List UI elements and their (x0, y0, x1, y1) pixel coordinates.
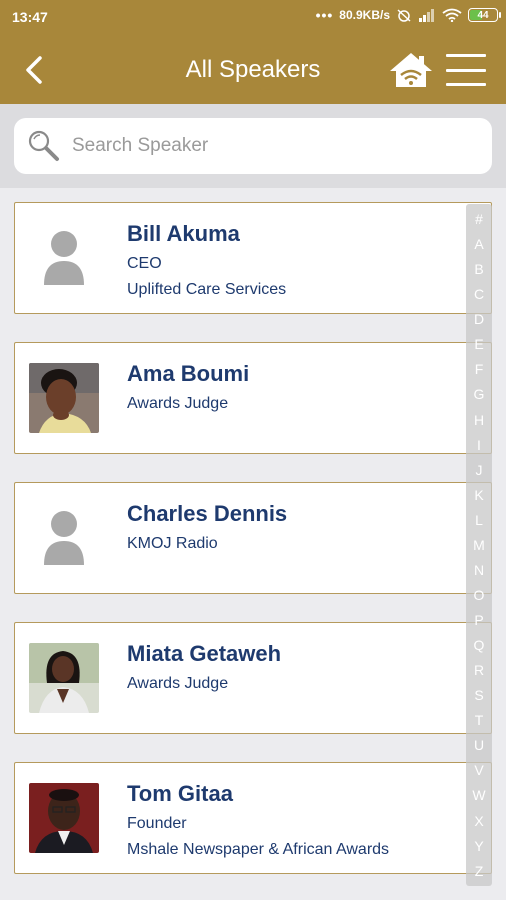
alphabet-index-letter[interactable]: K (474, 486, 483, 504)
alphabet-index-letter[interactable]: O (474, 586, 485, 604)
speaker-name: Bill Akuma (127, 221, 240, 246)
alphabet-index-letter[interactable]: C (474, 285, 484, 303)
alphabet-index-letter[interactable]: U (474, 736, 484, 754)
home-wifi-icon (390, 53, 432, 87)
alphabet-index-letter[interactable]: X (474, 812, 483, 830)
search-bar-container (0, 104, 506, 188)
alphabet-index-letter[interactable]: H (474, 411, 484, 429)
menu-line (446, 83, 486, 86)
alphabet-index-letter[interactable]: R (474, 661, 484, 679)
alphabet-index-letter[interactable]: L (475, 511, 483, 529)
person-placeholder-icon (44, 231, 84, 285)
alphabet-index-letter[interactable]: A (474, 235, 483, 253)
speaker-name: Charles Dennis (127, 501, 288, 526)
alphabet-index-letter[interactable]: G (474, 385, 485, 403)
speaker-name: Ama Boumi (127, 361, 250, 386)
alphabet-index-letter[interactable]: Y (474, 837, 483, 855)
home-button[interactable] (388, 50, 434, 90)
alphabet-index-letter[interactable]: # (475, 210, 483, 228)
alphabet-index-letter[interactable]: P (474, 611, 483, 629)
speaker-name: Tom Gitaa (127, 781, 233, 806)
speaker-photo (29, 783, 99, 853)
alphabet-index-letter[interactable]: D (474, 310, 484, 328)
speaker-card[interactable]: Miata Getaweh Awards Judge (14, 622, 492, 734)
search-input[interactable] (72, 135, 452, 157)
status-indicators: ••• 80.9KB/s 44 (315, 7, 501, 23)
speaker-organization: KMOJ Radio (127, 535, 218, 552)
alphabet-index-letter[interactable]: F (475, 360, 484, 378)
menu-button[interactable] (444, 50, 488, 90)
alphabet-index-letter[interactable]: T (475, 711, 484, 729)
avatar (29, 363, 99, 433)
speaker-card[interactable]: Tom Gitaa Founder Mshale Newspaper & Afr… (14, 762, 492, 874)
search-box[interactable] (14, 118, 492, 174)
speaker-title: Awards Judge (127, 675, 229, 692)
speaker-photo (29, 643, 99, 713)
status-time: 13:47 (12, 9, 48, 25)
battery-icon: 44 (468, 8, 501, 22)
alphabet-index[interactable]: # A B C D E F G H I J K L M N O P Q R S T U V W X Y Z (466, 204, 492, 886)
avatar (29, 643, 99, 713)
alphabet-index-letter[interactable]: M (473, 536, 485, 554)
signal-icon (419, 9, 434, 22)
speaker-name: Miata Getaweh (127, 641, 282, 666)
wifi-icon (442, 8, 462, 22)
alphabet-index-letter[interactable]: B (474, 260, 483, 278)
status-bar: 13:47 ••• 80.9KB/s 44 (0, 0, 506, 36)
person-placeholder-icon (44, 511, 84, 565)
app-header: All Speakers (0, 36, 506, 104)
avatar (29, 503, 99, 573)
battery-level: 44 (477, 9, 489, 21)
more-dots-icon: ••• (315, 7, 334, 23)
network-speed: 80.9KB/s (339, 8, 390, 22)
alphabet-index-letter[interactable]: E (474, 335, 483, 353)
alphabet-index-letter[interactable]: V (474, 761, 483, 779)
menu-line (446, 68, 486, 72)
alphabet-index-letter[interactable]: I (477, 436, 481, 454)
avatar (29, 783, 99, 853)
speaker-organization: Mshale Newspaper & African Awards (127, 841, 390, 858)
speaker-title: Founder (127, 815, 187, 832)
speaker-organization: Uplifted Care Services (127, 281, 287, 298)
speaker-card[interactable]: Charles Dennis KMOJ Radio (14, 482, 492, 594)
alphabet-index-letter[interactable]: Z (475, 862, 484, 880)
speaker-title: Awards Judge (127, 395, 229, 412)
alphabet-index-letter[interactable]: J (476, 461, 483, 479)
hamburger-menu-icon (446, 54, 486, 57)
speaker-photo (29, 363, 99, 433)
avatar (29, 223, 99, 293)
alphabet-index-letter[interactable]: Q (474, 636, 485, 654)
speaker-list: Bill Akuma CEO Uplifted Care Services Am… (0, 188, 506, 900)
alphabet-index-letter[interactable]: S (474, 686, 483, 704)
search-icon (28, 130, 59, 161)
alarm-off-icon (397, 9, 411, 22)
alphabet-index-letter[interactable]: W (472, 786, 485, 804)
speaker-card[interactable]: Ama Boumi Awards Judge (14, 342, 492, 454)
speaker-title: CEO (127, 255, 162, 272)
alphabet-index-letter[interactable]: N (474, 561, 484, 579)
speaker-card[interactable]: Bill Akuma CEO Uplifted Care Services (14, 202, 492, 314)
